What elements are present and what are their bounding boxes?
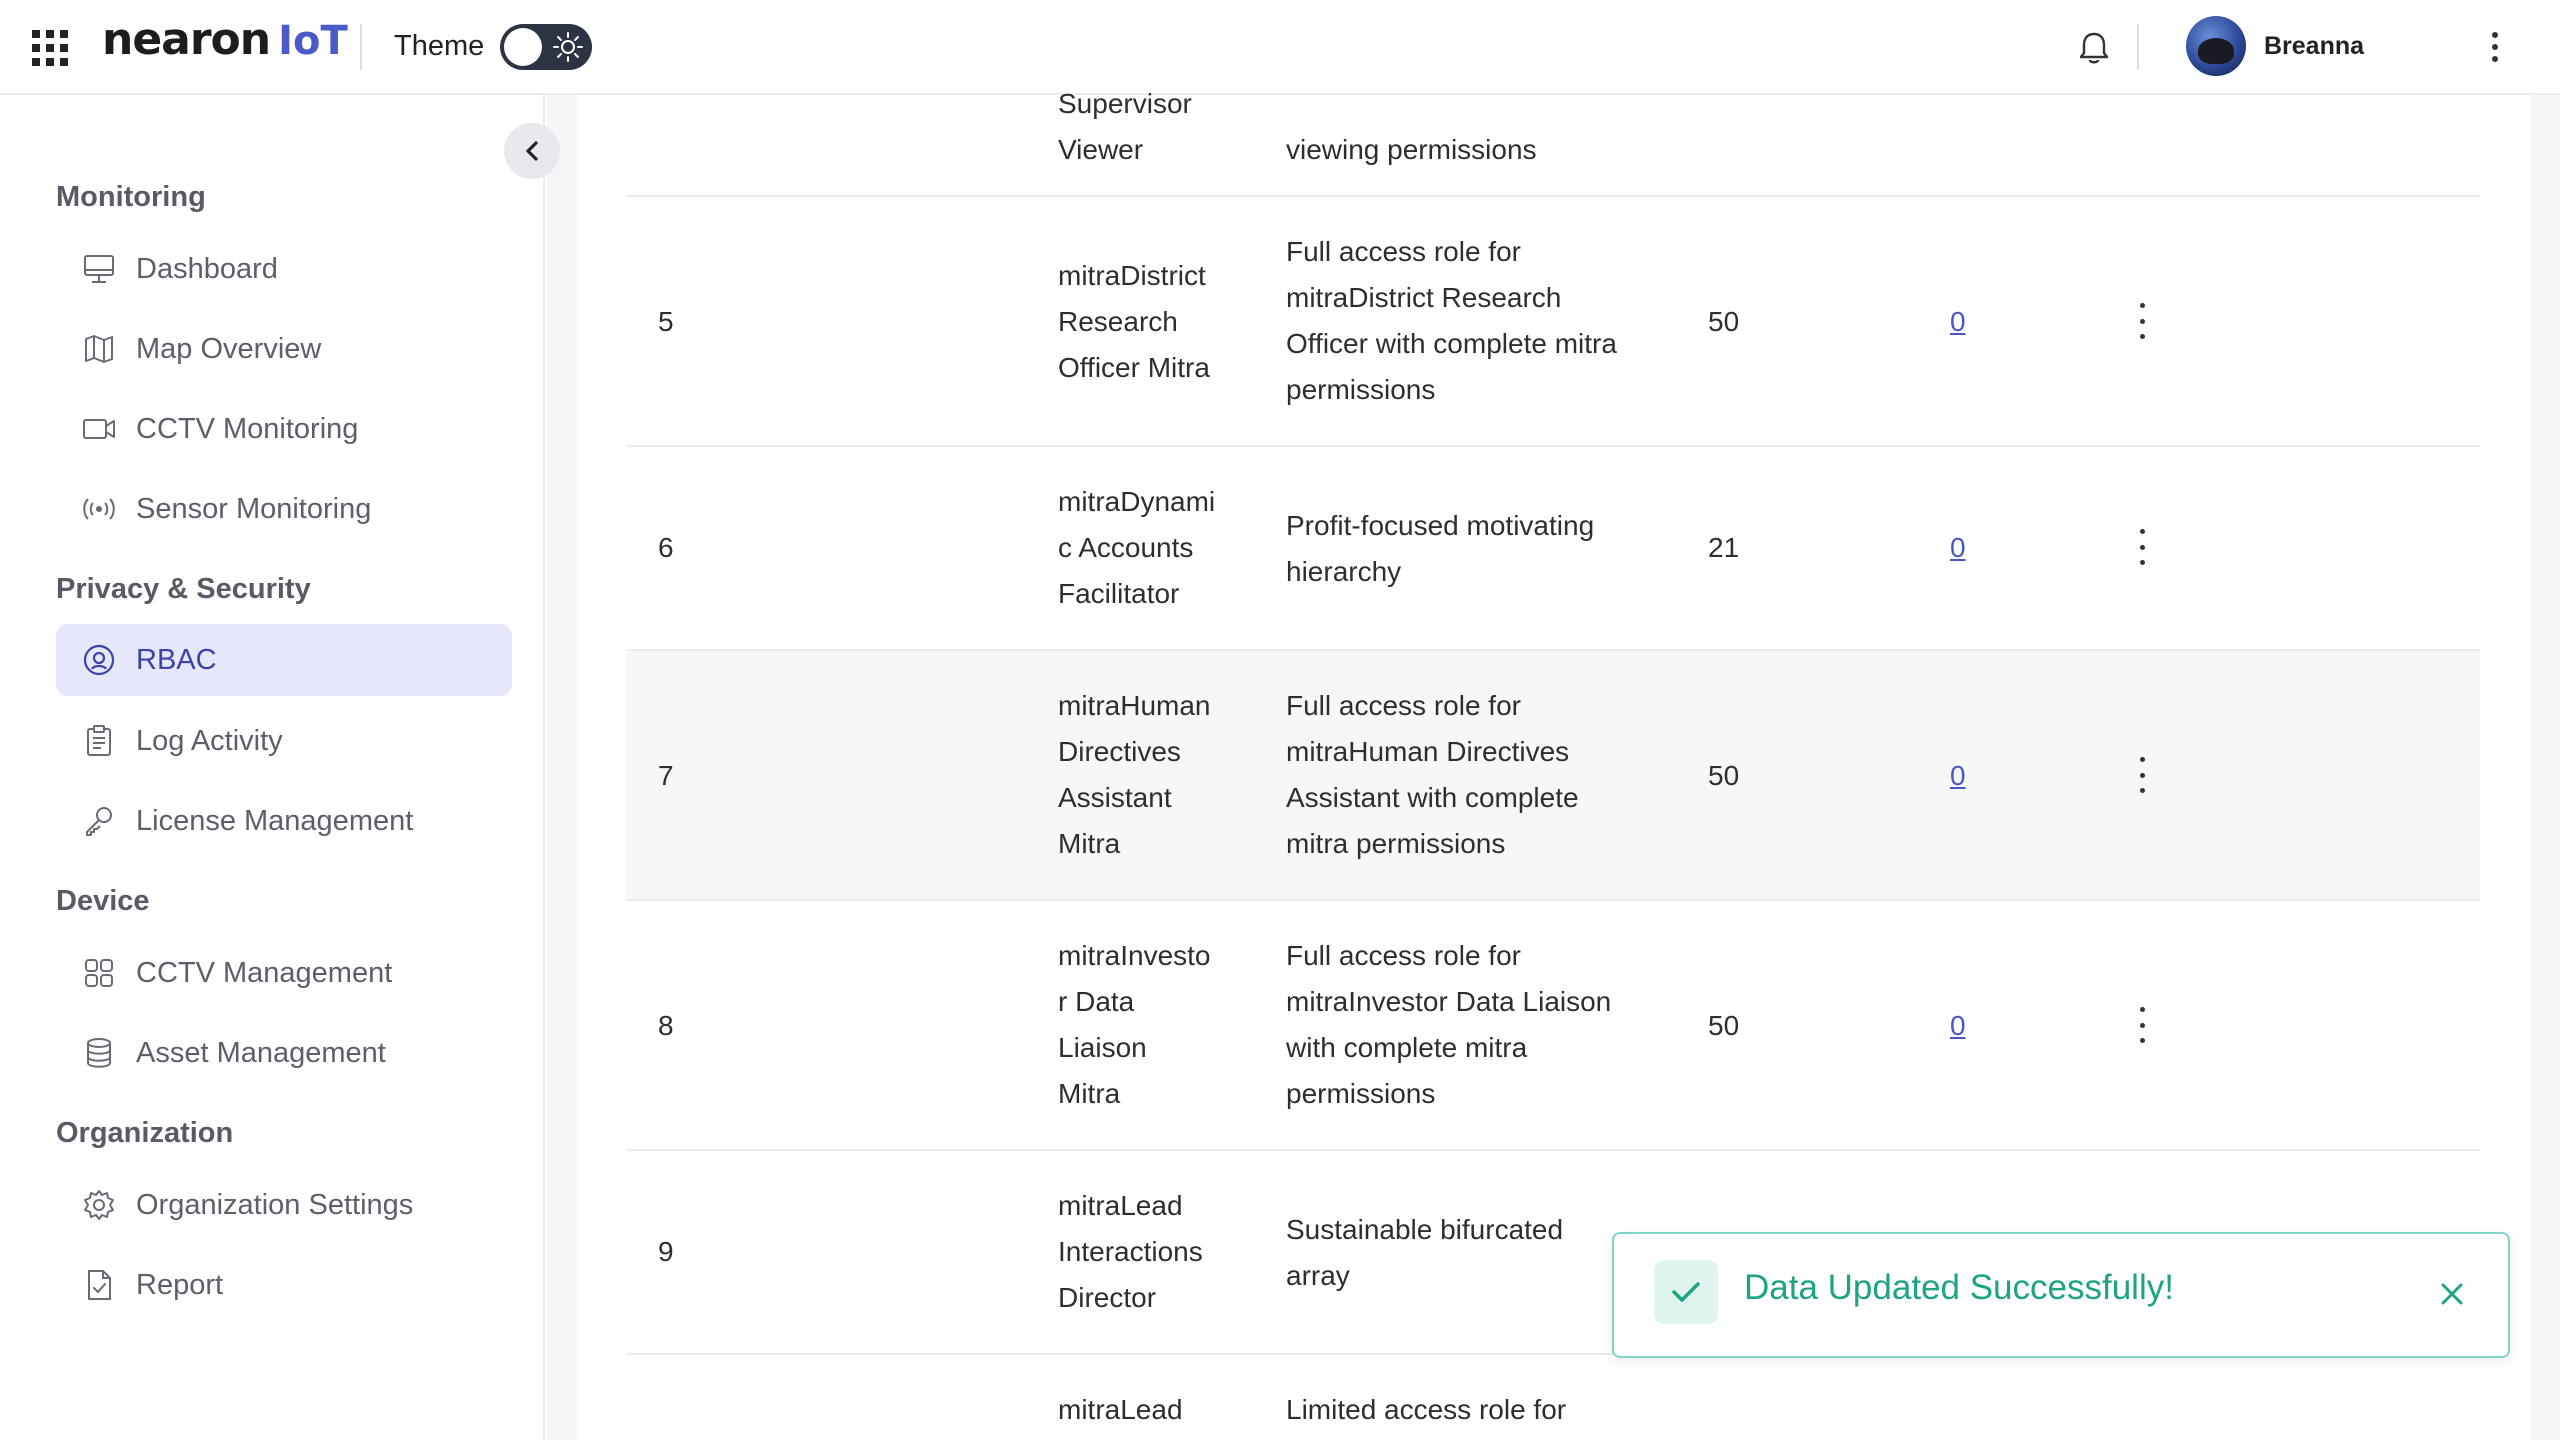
cell-role-name: mitraInvesto r Data Liaison Mitra [1058, 940, 1211, 1109]
toggle-knob [504, 28, 542, 66]
close-icon[interactable] [2434, 1276, 2470, 1312]
sidebar-item-asset-management[interactable]: Asset Management [56, 1017, 512, 1089]
cell-level: 50 [1708, 760, 1740, 791]
cell-role-name: mitraDistrict Research Officer Mitra [1058, 260, 1210, 383]
sidebar-item-label: RBAC [136, 643, 217, 676]
user-count-link[interactable]: 0 [1950, 1003, 1966, 1049]
video-camera-icon [80, 410, 118, 448]
cell-role-name: mitraLead [1058, 1394, 1183, 1425]
sidebar-item-log-activity[interactable]: Log Activity [56, 705, 512, 777]
sidebar-item-dashboard[interactable]: Dashboard [56, 233, 512, 305]
cell-description: Full access role for mitraDistrict Resea… [1286, 236, 1617, 405]
user-name[interactable]: Breanna [2264, 32, 2364, 61]
table-row[interactable]: 5 mitraDistrict Research Officer Mitra F… [626, 197, 2480, 447]
table-row[interactable]: 6 mitraDynami c Accounts Facilitator Pro… [626, 447, 2480, 651]
file-check-icon [80, 1266, 118, 1304]
cell-no: 9 [658, 1236, 674, 1267]
cell-role-name: mitraDynami c Accounts Facilitator [1058, 486, 1216, 609]
sidebar: Monitoring Dashboard Map Overview CCTV M… [0, 95, 560, 1440]
theme-toggle[interactable] [500, 24, 592, 70]
section-title-monitoring: Monitoring [56, 181, 206, 213]
more-vertical-icon[interactable] [2480, 24, 2510, 70]
sidebar-item-label: Asset Management [136, 1036, 386, 1069]
sidebar-item-label: CCTV Management [136, 956, 393, 989]
header-divider-right [2137, 24, 2139, 70]
grid-icon [80, 954, 118, 992]
cell-no: 8 [658, 1010, 674, 1041]
row-actions-icon[interactable] [2132, 1007, 2152, 1043]
logo-suffix-text: IoT [278, 18, 348, 64]
database-icon [80, 1034, 118, 1072]
section-title-organization: Organization [56, 1117, 234, 1149]
sidebar-item-label: Map Overview [136, 332, 322, 365]
sun-icon [553, 32, 583, 62]
sidebar-item-report[interactable]: Report [56, 1249, 512, 1321]
table-row[interactable]: 7 mitraHuman Directives Assistant Mitra … [626, 651, 2480, 901]
row-actions-icon[interactable] [2132, 529, 2152, 565]
sidebar-item-license-management[interactable]: License Management [56, 785, 512, 857]
cell-description: Limited access role for [1286, 1394, 1567, 1425]
check-icon [1654, 1260, 1718, 1324]
table-row[interactable]: 8 mitraInvesto r Data Liaison Mitra Full… [626, 901, 2480, 1151]
sidebar-item-label: Log Activity [136, 724, 283, 757]
collapse-sidebar-button[interactable] [504, 123, 560, 179]
user-count-link[interactable]: 0 [1950, 525, 1966, 571]
sidebar-item-label: Report [136, 1268, 224, 1301]
app-logo[interactable]: nearon IoT [102, 14, 348, 78]
sidebar-item-label: Sensor Monitoring [136, 492, 372, 525]
monitor-icon [80, 250, 118, 288]
cell-no: 7 [658, 760, 674, 791]
cell-no: 5 [658, 306, 674, 337]
user-circle-icon [80, 641, 118, 679]
sidebar-item-cctv-monitoring[interactable]: CCTV Monitoring [56, 393, 512, 465]
table-row[interactable]: Supervisor Viewer viewing permissions [626, 85, 2480, 197]
sidebar-item-label: Dashboard [136, 252, 278, 285]
sidebar-item-map-overview[interactable]: Map Overview [56, 313, 512, 385]
sidebar-item-sensor-monitoring[interactable]: Sensor Monitoring [56, 473, 512, 545]
bell-icon[interactable] [2074, 28, 2114, 68]
header-divider [360, 24, 362, 70]
cell-level: 21 [1708, 532, 1740, 563]
apps-grid-icon[interactable] [32, 30, 68, 66]
avatar[interactable] [2186, 16, 2246, 76]
sidebar-item-cctv-management[interactable]: CCTV Management [56, 937, 512, 1009]
cell-description: Full access role for mitraInvestor Data … [1286, 940, 1612, 1109]
logo-main-text: nearon [102, 14, 271, 65]
clipboard-list-icon [80, 722, 118, 760]
sidebar-item-label: CCTV Monitoring [136, 412, 359, 445]
row-actions-icon[interactable] [2132, 303, 2152, 339]
theme-label: Theme [394, 30, 485, 62]
cell-description: Profit-focused motivating hierarchy [1286, 510, 1595, 587]
key-icon [80, 802, 118, 840]
broadcast-icon [80, 490, 118, 528]
cell-level: 50 [1708, 1010, 1740, 1041]
chevron-left-icon [526, 141, 538, 161]
sidebar-item-rbac[interactable]: RBAC [56, 624, 512, 696]
cell-description: Full access role for mitraHuman Directiv… [1286, 690, 1579, 859]
section-title-device: Device [56, 885, 150, 917]
cell-description: Sustainable bifurcated array [1286, 1214, 1564, 1291]
user-count-link[interactable]: 0 [1950, 753, 1966, 799]
cell-role-name: Supervisor Viewer [1058, 88, 1192, 165]
user-count-link[interactable]: 0 [1950, 299, 1966, 345]
sidebar-item-organization-settings[interactable]: Organization Settings [56, 1169, 512, 1241]
sidebar-item-label: Organization Settings [136, 1188, 414, 1221]
row-actions-icon[interactable] [2132, 757, 2152, 793]
map-icon [80, 330, 118, 368]
gear-icon [80, 1186, 118, 1224]
section-title-privacy-security: Privacy & Security [56, 573, 311, 605]
top-header: nearon IoT Theme Breanna [0, 0, 2560, 95]
toast-message: Data Updated Successfully! [1744, 1268, 2174, 1307]
sidebar-item-label: License Management [136, 804, 414, 837]
success-toast: Data Updated Successfully! [1612, 1232, 2510, 1358]
table-row[interactable]: mitraLead Limited access role for [626, 1355, 2480, 1440]
cell-description: viewing permissions [1286, 134, 1537, 165]
cell-role-name: mitraLead Interactions Director [1058, 1190, 1203, 1313]
cell-level: 50 [1708, 306, 1740, 337]
cell-no: 6 [658, 532, 674, 563]
cell-role-name: mitraHuman Directives Assistant Mitra [1058, 690, 1211, 859]
